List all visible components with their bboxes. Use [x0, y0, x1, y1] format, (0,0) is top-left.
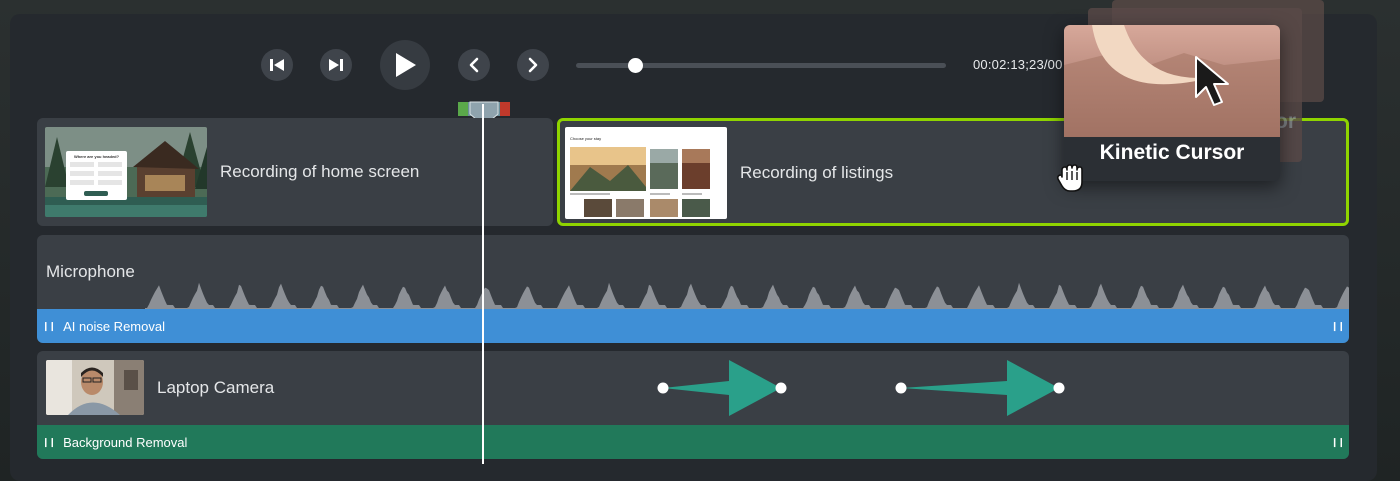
kinetic-cursor-preview	[1064, 25, 1280, 137]
keyframe-dot	[895, 382, 907, 394]
popover-title: Kinetic Cursor	[1099, 141, 1245, 164]
chevron-right-icon	[528, 57, 538, 73]
person-image	[46, 360, 144, 415]
timecode: 00:02:13;23/00	[973, 57, 1063, 72]
effect-background-removal[interactable]: ❙❙ Background Removal ❙❙	[37, 425, 1349, 459]
clip-home-screen[interactable]: Where are you headed? Recording of home …	[37, 118, 553, 226]
clip-label: Recording of listings	[740, 163, 894, 182]
clip-thumbnail: Choose your stay	[565, 127, 727, 219]
step-back-button[interactable]	[261, 49, 293, 81]
keyframe-dot	[1053, 382, 1065, 394]
track-laptop-camera[interactable]: Laptop Camera ❙❙ Background Removal ❙❙	[37, 351, 1349, 459]
kinetic-cursor-card[interactable]: Kinetic Cursor	[1064, 25, 1280, 181]
audio-waveform	[145, 282, 1349, 309]
keyframe-dot	[657, 382, 669, 394]
step-forward-icon	[329, 59, 343, 71]
camera-thumbnail	[46, 360, 144, 415]
play-button[interactable]	[380, 40, 430, 90]
search-card: Where are you headed?	[66, 151, 127, 200]
effect-label: AI noise Removal	[63, 318, 165, 334]
step-back-icon	[270, 59, 284, 71]
keyframe-dot	[775, 382, 787, 394]
next-button[interactable]	[517, 49, 549, 81]
grab-hand-icon	[1056, 164, 1083, 192]
scrubber-handle[interactable]	[628, 58, 644, 73]
track-microphone[interactable]: Microphone ❙❙ AI noise Removal ❙❙	[37, 235, 1349, 343]
previous-button[interactable]	[458, 49, 490, 81]
left-grip-icon[interactable]: ❙❙	[42, 437, 56, 448]
track-label: Laptop Camera	[157, 378, 275, 397]
clip-thumbnail: Where are you headed?	[45, 127, 207, 217]
effect-ai-noise-removal[interactable]: ❙❙ AI noise Removal ❙❙	[37, 309, 1349, 343]
chevron-left-icon	[469, 57, 479, 73]
listing-photos	[570, 147, 710, 217]
clip-label: Recording of home screen	[220, 162, 420, 181]
right-grip-icon[interactable]: ❙❙	[1331, 321, 1345, 332]
right-grip-icon[interactable]: ❙❙	[1331, 437, 1345, 448]
effect-label: Background Removal	[63, 434, 188, 450]
animation-arrows	[657, 360, 1065, 416]
playhead-line	[482, 104, 484, 464]
left-grip-icon[interactable]: ❙❙	[42, 321, 56, 332]
play-icon	[396, 53, 416, 77]
step-forward-button[interactable]	[320, 49, 352, 81]
